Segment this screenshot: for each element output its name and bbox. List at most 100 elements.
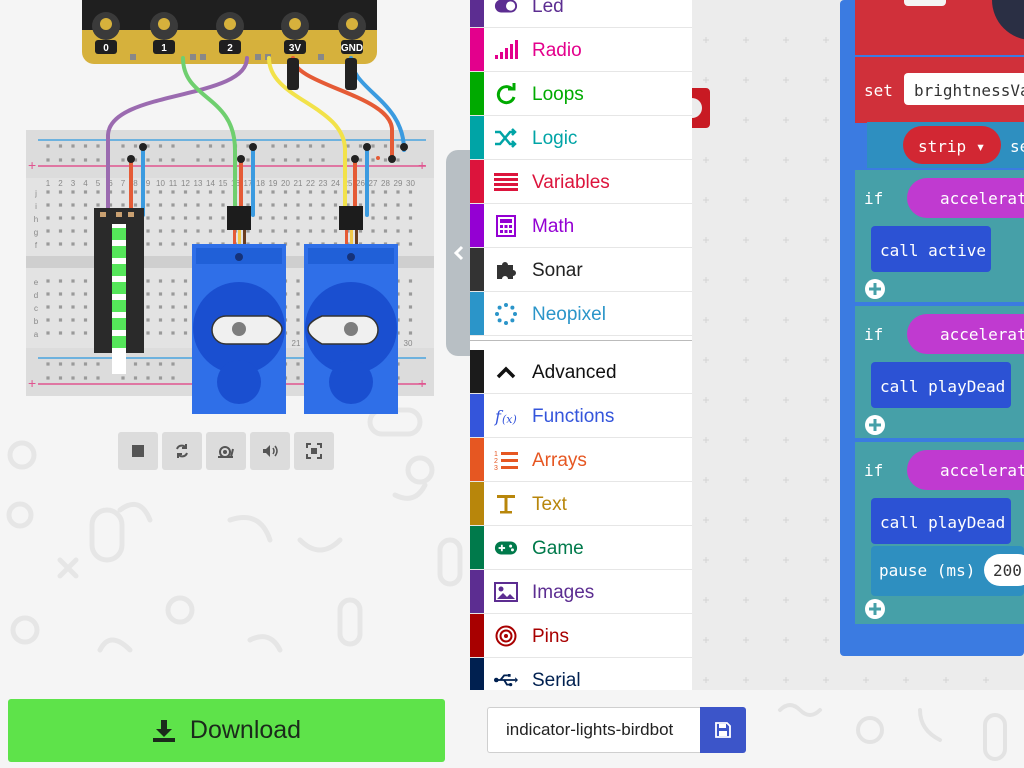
toggle-icon (494, 0, 518, 18)
save-icon (715, 722, 731, 738)
lines-icon (494, 170, 518, 194)
mute-icon (263, 445, 278, 457)
category-images[interactable]: Images (470, 570, 692, 614)
gamepad-icon (494, 536, 518, 560)
svg-text:3: 3 (494, 465, 498, 471)
category-logic[interactable]: Logic (470, 116, 692, 160)
breadboard-column-number: 26 (356, 179, 365, 188)
shuffle-icon (494, 126, 518, 150)
category-label: Led (532, 0, 564, 17)
category-label: Neopixel (532, 304, 606, 325)
fullscreen-button[interactable] (294, 432, 334, 470)
pin-label-gnd: GND (341, 43, 363, 54)
svg-text:h: h (34, 215, 38, 224)
breadboard-column-number: 11 (169, 179, 178, 188)
svg-text:2: 2 (494, 458, 498, 465)
category-sonar[interactable]: Sonar (470, 248, 692, 292)
category-label: Pins (532, 626, 569, 647)
download-icon (152, 719, 175, 742)
blocks-workspace[interactable]: set brightnessVa strip ▾ se if accelerat… (692, 0, 1024, 690)
svg-text:+: + (418, 157, 426, 173)
breadboard-column-number: 14 (206, 179, 215, 188)
breadboard-column-number: 27 (369, 179, 378, 188)
add-else-button-1[interactable] (865, 279, 885, 299)
category-math[interactable]: Math (470, 204, 692, 248)
slow-mode-button[interactable] (206, 432, 246, 470)
category-label: Serial (532, 670, 581, 690)
collapse-simulator-button[interactable] (446, 150, 470, 356)
breadboard-column-number: 24 (331, 179, 340, 188)
category-neopixel[interactable]: Neopixel (470, 292, 692, 336)
condition-block[interactable]: accelerat (940, 461, 1024, 480)
svg-text:j: j (34, 189, 37, 198)
mute-button[interactable] (250, 432, 290, 470)
svg-text:a: a (34, 330, 39, 339)
toolbox-separator (470, 340, 692, 341)
breadboard-column-number: 5 (96, 179, 101, 188)
microbit-board[interactable]: 0 1 2 3V GND (82, 0, 377, 64)
condition-block[interactable]: accelerat (940, 325, 1024, 344)
call-label: call active (880, 241, 986, 260)
save-button[interactable] (700, 707, 746, 753)
breadboard-column-number: 18 (256, 179, 265, 188)
category-loops[interactable]: Loops (470, 72, 692, 116)
circuit-diagram: 0 1 2 3V GND + + + + 1 2 3 4 5 6 7 8 9 1… (26, 0, 434, 414)
svg-text:b: b (34, 317, 39, 326)
category-serial[interactable]: Serial (470, 658, 692, 690)
image-icon (494, 580, 518, 604)
pause-label: pause (ms) (879, 561, 975, 580)
svg-text:g: g (34, 228, 38, 237)
chevron-up-icon (494, 360, 518, 384)
breadboard-column-number: 19 (269, 179, 278, 188)
breadboard-column-number: 30 (406, 179, 415, 188)
variable-dropdown[interactable]: brightnessVa (914, 81, 1024, 100)
workspace-canvas: set brightnessVa strip ▾ se if accelerat… (692, 0, 1024, 683)
category-label: Variables (532, 172, 610, 193)
category-text[interactable]: Text (470, 482, 692, 526)
svg-text:e: e (34, 278, 39, 287)
fullscreen-icon (306, 443, 322, 459)
add-else-button-2[interactable] (865, 415, 885, 435)
if-keyword: if (864, 325, 883, 344)
target-icon (494, 624, 518, 648)
breadboard-column-number: 23 (319, 179, 328, 188)
breadboard-column-number: 3 (71, 179, 76, 188)
svg-text:30: 30 (404, 339, 413, 348)
project-name-input[interactable] (487, 707, 700, 753)
add-else-button-3[interactable] (865, 599, 885, 619)
led-bargraph[interactable] (94, 208, 144, 374)
category-radio[interactable]: Radio (470, 28, 692, 72)
dotted-circle-icon (494, 302, 518, 326)
category-led[interactable]: Led (470, 0, 692, 28)
calculator-icon (494, 214, 518, 238)
breadboard-column-number: 8 (133, 179, 138, 188)
stop-button[interactable] (118, 432, 158, 470)
category-pins[interactable]: Pins (470, 614, 692, 658)
svg-text:+: + (28, 375, 36, 391)
breadboard-column-number: 29 (394, 179, 403, 188)
strip-dropdown[interactable]: strip ▾ (918, 137, 985, 156)
numbered-list-icon: 123 (494, 448, 518, 472)
variable-block-fragment[interactable] (692, 88, 710, 128)
svg-text:21: 21 (292, 339, 301, 348)
category-arrays[interactable]: 123 Arrays (470, 438, 692, 482)
restart-button[interactable] (162, 432, 202, 470)
slow-mode-icon (218, 446, 234, 458)
category-game[interactable]: Game (470, 526, 692, 570)
toolbox: Led Radio Loops Logic Variables Math Son… (470, 0, 693, 690)
condition-block[interactable]: accelerat (940, 189, 1024, 208)
category-label: Game (532, 538, 584, 559)
breadboard-column-number: 10 (156, 179, 165, 188)
category-advanced[interactable]: Advanced (470, 350, 692, 394)
category-variables[interactable]: Variables (470, 160, 692, 204)
call-label: call playDead (880, 513, 1005, 532)
svg-text:se: se (1010, 137, 1024, 156)
breadboard-column-number: 7 (121, 179, 126, 188)
chevron-left-icon (453, 245, 464, 261)
pause-value-input[interactable]: 200 (993, 561, 1022, 580)
svg-text:i: i (35, 202, 37, 211)
download-button[interactable]: Download (8, 699, 445, 762)
category-functions[interactable]: f (x) Functions (470, 394, 692, 438)
call-label: call playDead (880, 377, 1005, 396)
set-keyword: set (864, 81, 893, 100)
